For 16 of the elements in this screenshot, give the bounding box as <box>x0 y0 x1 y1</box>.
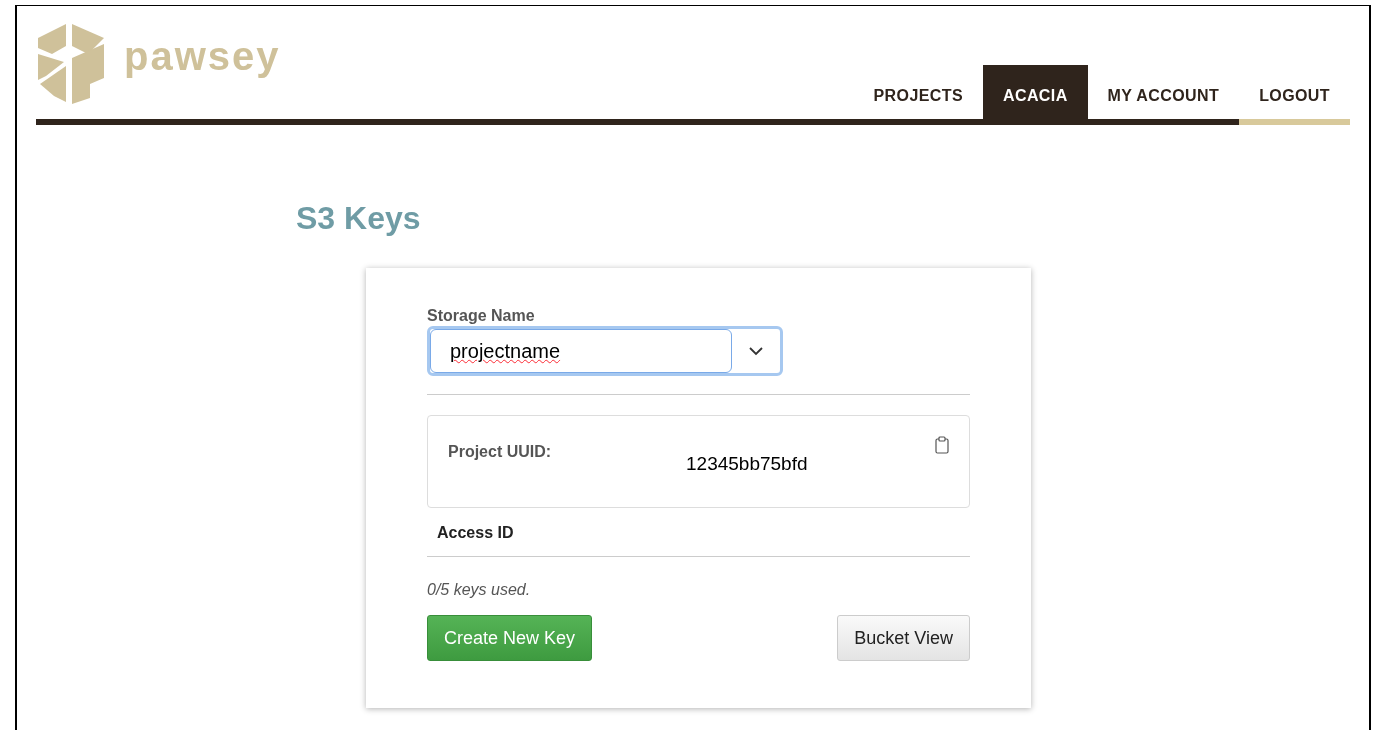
section-heading: Access ID <box>436 523 515 543</box>
clipboard-icon[interactable] <box>935 436 949 454</box>
uuid-value: 12345bb75bfd <box>686 452 809 476</box>
nav-tab[interactable]: LOGOUT <box>1239 65 1350 119</box>
chevron-down-icon <box>749 346 763 356</box>
usage-text: 0/5 keys used. <box>427 580 532 600</box>
uuid-label: Project UUID: <box>448 442 553 462</box>
storage-select[interactable]: projectname <box>427 326 783 376</box>
page-title: S3 Keys <box>296 202 422 234</box>
logo-wordmark: pawsey <box>124 36 281 76</box>
nav-tab[interactable]: MY ACCOUNT <box>1087 65 1240 119</box>
select-value: projectname <box>450 339 561 364</box>
nav-tab[interactable]: ACACIA <box>982 65 1088 119</box>
nav-tab[interactable]: PROJECTS <box>853 65 983 119</box>
action-button[interactable]: Bucket View <box>837 615 970 661</box>
field-label: Storage Name <box>427 308 536 324</box>
